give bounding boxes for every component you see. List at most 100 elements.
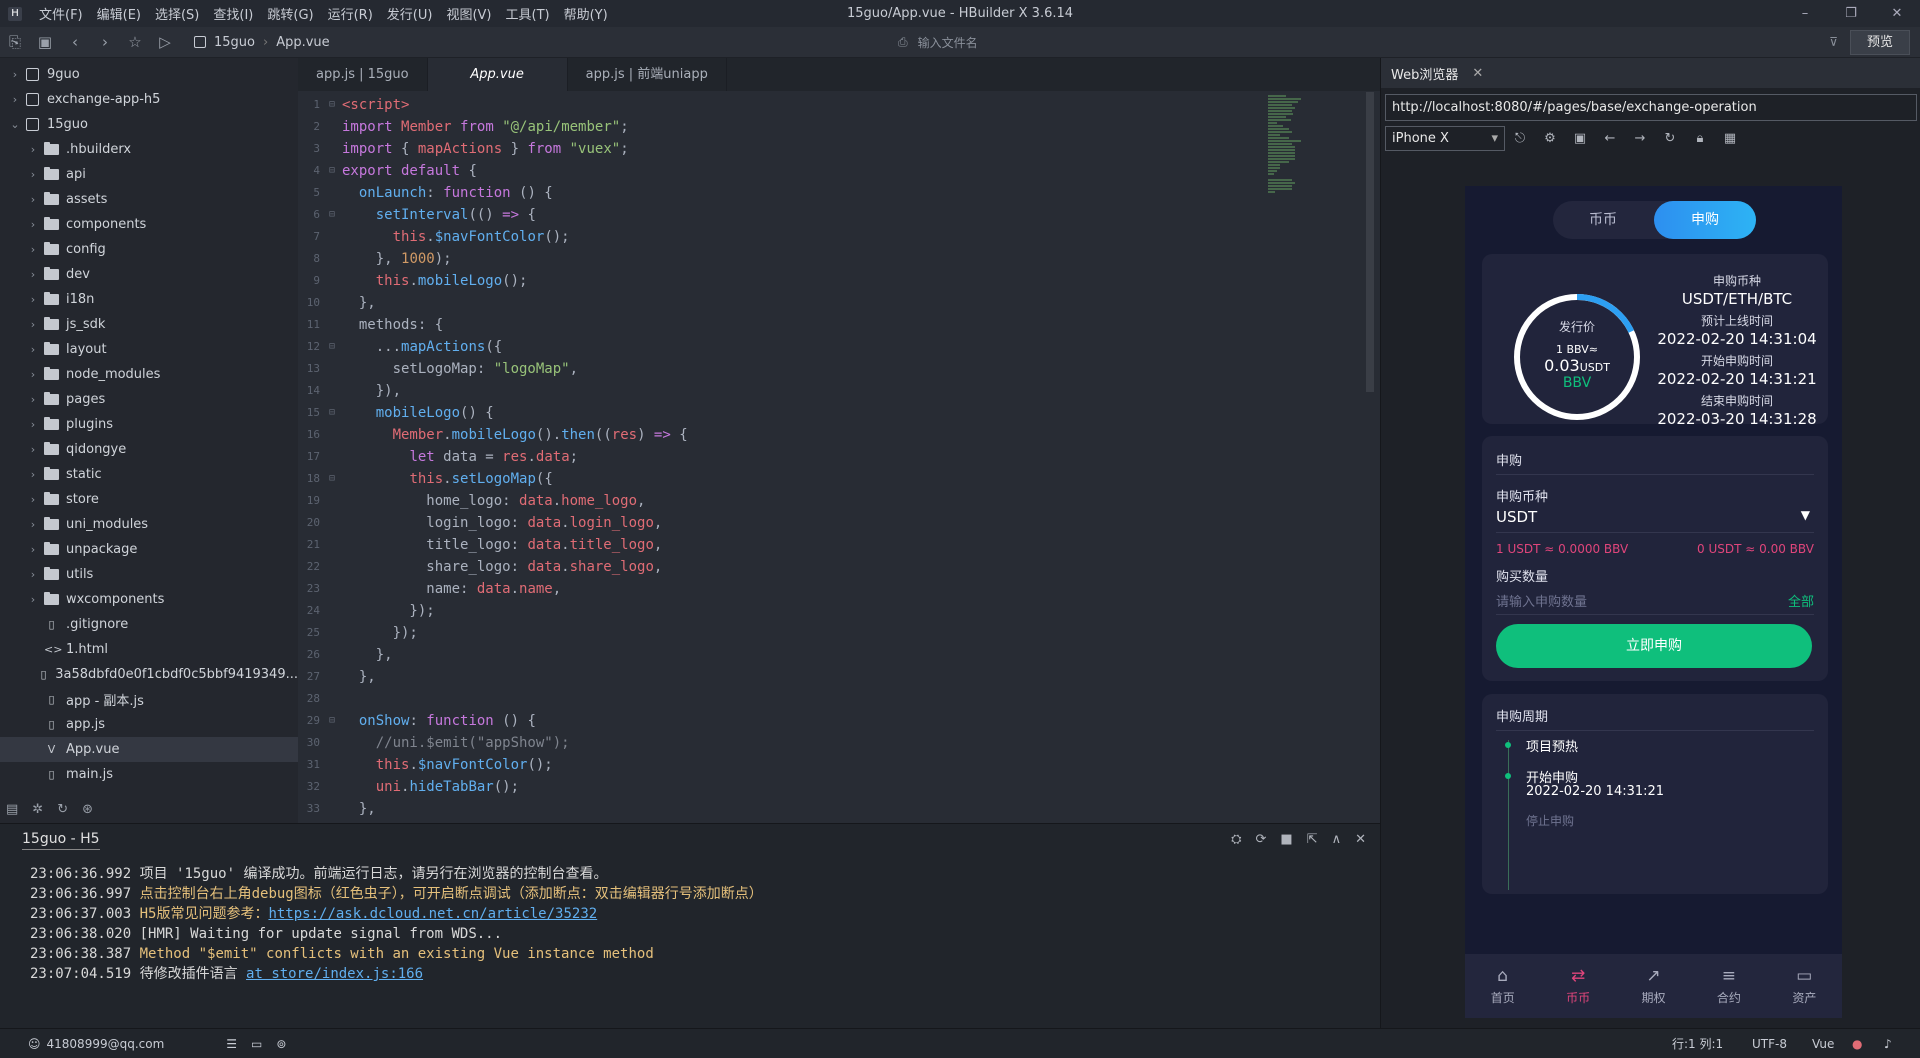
tree-item[interactable]: › 9guo (0, 62, 298, 87)
line-number[interactable]: 5 (298, 182, 324, 204)
notification-icon[interactable]: ● (1852, 1037, 1862, 1051)
tree-item[interactable]: › store (0, 487, 298, 512)
fold-icon[interactable] (324, 292, 340, 314)
lock-icon[interactable]: 🔒︎ (1685, 131, 1715, 146)
code-line[interactable]: 17 let data = res.data; (298, 446, 1338, 468)
app-tab-3[interactable]: ≡ 合约 (1691, 954, 1766, 1018)
chevron-icon[interactable]: › (26, 318, 40, 331)
app-tab-4[interactable]: ▭ 资产 (1767, 954, 1842, 1018)
menu-item-8[interactable]: 工具(T) (499, 4, 557, 23)
account-label[interactable]: 41808999@qq.com (47, 1037, 165, 1051)
code-line[interactable]: 22 share_logo: data.share_logo, (298, 556, 1338, 578)
line-number[interactable]: 13 (298, 358, 324, 380)
close-browser-icon[interactable]: ✕ (1472, 66, 1483, 81)
line-number[interactable]: 19 (298, 490, 324, 512)
maximize-button[interactable]: ❐ (1828, 0, 1874, 27)
chevron-icon[interactable]: › (26, 293, 40, 306)
code-line[interactable]: 25 }); (298, 622, 1338, 644)
menu-item-1[interactable]: 编辑(E) (90, 4, 148, 23)
fold-icon[interactable] (324, 776, 340, 798)
encoding-label[interactable]: UTF-8 (1752, 1037, 1787, 1051)
refresh-icon[interactable]: ↻ (57, 802, 68, 817)
open-external-icon[interactable]: ⇱ (1307, 832, 1318, 847)
chevron-icon[interactable]: › (26, 168, 40, 181)
fold-icon[interactable] (324, 138, 340, 160)
chevron-icon[interactable]: › (26, 368, 40, 381)
fold-icon[interactable] (324, 622, 340, 644)
code-line[interactable]: 12 ⊟ ...mapActions({ (298, 336, 1338, 358)
line-number[interactable]: 10 (298, 292, 324, 314)
tree-item[interactable]: › components (0, 212, 298, 237)
menu-item-9[interactable]: 帮助(Y) (557, 4, 615, 23)
fold-icon[interactable] (324, 116, 340, 138)
chevron-icon[interactable]: › (26, 593, 40, 606)
segment-subscribe[interactable]: 申购 (1654, 201, 1756, 239)
fold-icon[interactable]: ⊟ (324, 160, 340, 182)
minimap[interactable] (1268, 94, 1328, 264)
git-icon[interactable]: ⊚ (276, 1037, 286, 1051)
debug-bug-icon[interactable]: ⛭ (1231, 832, 1241, 847)
line-number[interactable]: 24 (298, 600, 324, 622)
line-number[interactable]: 21 (298, 534, 324, 556)
code-line[interactable]: 10 }, (298, 292, 1338, 314)
fold-icon[interactable] (324, 314, 340, 336)
code-line[interactable]: 23 name: data.name, (298, 578, 1338, 600)
line-number[interactable]: 8 (298, 248, 324, 270)
fold-icon[interactable] (324, 578, 340, 600)
menu-item-7[interactable]: 视图(V) (439, 4, 498, 23)
code-area[interactable]: 1 ⊟ <script> 2 import Member from "@/api/mem… (298, 94, 1338, 820)
code-line[interactable]: 8 }, 1000); (298, 248, 1338, 270)
app-tab-2[interactable]: ↗ 期权 (1616, 954, 1691, 1018)
debug-icon[interactable]: ✲ (32, 802, 43, 817)
chevron-icon[interactable]: › (26, 193, 40, 206)
code-line[interactable]: 28 (298, 688, 1338, 710)
line-number[interactable]: 30 (298, 732, 324, 754)
line-number[interactable]: 11 (298, 314, 324, 336)
code-line[interactable]: 11 methods: { (298, 314, 1338, 336)
code-line[interactable]: 19 home_logo: data.home_logo, (298, 490, 1338, 512)
line-number[interactable]: 1 (298, 94, 324, 116)
tree-item[interactable]: › plugins (0, 412, 298, 437)
code-line[interactable]: 20 login_logo: data.login_logo, (298, 512, 1338, 534)
line-number[interactable]: 14 (298, 380, 324, 402)
chevron-icon[interactable]: › (8, 68, 22, 81)
chevron-icon[interactable]: › (26, 343, 40, 356)
run-icon[interactable]: ▷ (150, 33, 180, 51)
dropdown-icon[interactable]: ▼ (1801, 508, 1810, 522)
tree-item[interactable]: › static (0, 462, 298, 487)
line-number[interactable]: 23 (298, 578, 324, 600)
chevron-icon[interactable]: › (26, 418, 40, 431)
breadcrumb-file[interactable]: App.vue (276, 35, 329, 50)
code-line[interactable]: 4 ⊟ export default { (298, 160, 1338, 182)
menu-item-6[interactable]: 发行(U) (380, 4, 440, 23)
menu-item-5[interactable]: 运行(R) (321, 4, 380, 23)
line-number[interactable]: 25 (298, 622, 324, 644)
line-number[interactable]: 27 (298, 666, 324, 688)
fold-icon[interactable] (324, 798, 340, 820)
browser-tab-label[interactable]: Web浏览器 (1391, 64, 1458, 83)
chevron-icon[interactable]: › (26, 143, 40, 156)
code-line[interactable]: 26 }, (298, 644, 1338, 666)
filter-icon[interactable]: ⊽ (1829, 35, 1838, 49)
fold-icon[interactable] (324, 732, 340, 754)
fold-icon[interactable] (324, 666, 340, 688)
tree-item[interactable]: ⌄ 15guo (0, 112, 298, 137)
code-line[interactable]: 21 title_logo: data.title_logo, (298, 534, 1338, 556)
tree-item[interactable]: ▯ app.js (0, 712, 298, 737)
segment-coin[interactable]: 币币 (1563, 201, 1643, 239)
menu-item-3[interactable]: 查找(I) (206, 4, 260, 23)
line-number[interactable]: 26 (298, 644, 324, 666)
save-icon[interactable]: ▣ (30, 33, 60, 51)
device-select[interactable]: iPhone X (1385, 126, 1505, 151)
plugin-icon[interactable]: ⊛ (82, 802, 93, 817)
tree-item[interactable]: V App.vue (0, 737, 298, 762)
back-arrow-icon[interactable]: ← (1595, 131, 1625, 146)
code-line[interactable]: 14 }), (298, 380, 1338, 402)
chevron-icon[interactable]: › (8, 93, 22, 106)
fold-icon[interactable] (324, 446, 340, 468)
menu-item-4[interactable]: 跳转(G) (260, 4, 320, 23)
line-number[interactable]: 32 (298, 776, 324, 798)
screenshot-icon[interactable]: ⎋ (1505, 131, 1535, 146)
chevron-icon[interactable]: › (26, 218, 40, 231)
cursor-position[interactable]: 行:1 列:1 (1672, 1035, 1723, 1052)
